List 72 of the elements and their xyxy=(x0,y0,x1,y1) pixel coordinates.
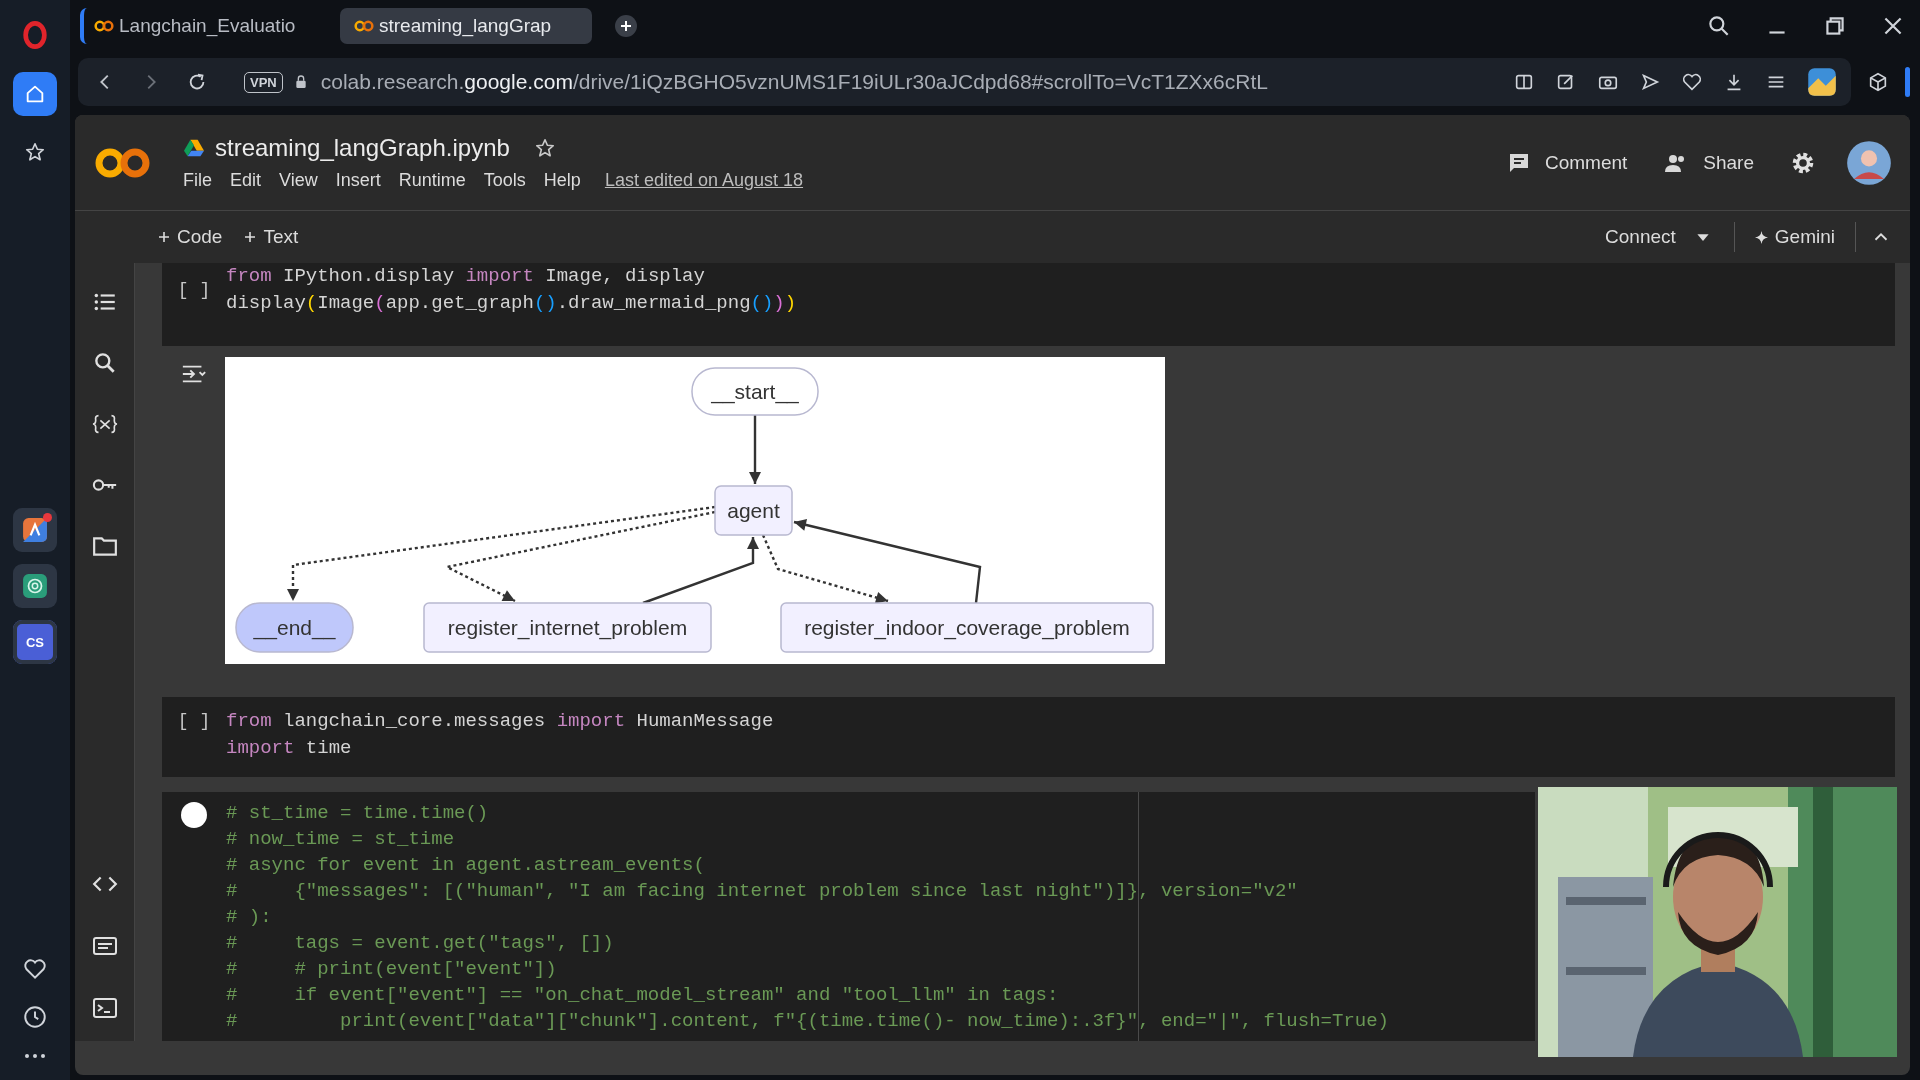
code-line: # if event["event"] == "on_chat_model_stream" and "tool_llm" in tags: xyxy=(226,983,1059,1008)
code-line: from langchain_core.messages import HumanMessage xyxy=(226,709,774,734)
graph-node: __start__ xyxy=(691,367,819,416)
menu-item[interactable]: Edit xyxy=(230,170,262,191)
run-button[interactable]: [ ] xyxy=(177,708,211,735)
sparkle-icon xyxy=(1754,230,1768,244)
heart-icon[interactable] xyxy=(1681,71,1703,93)
plus-icon xyxy=(244,231,257,243)
code-cell[interactable]: [ ] from IPython.display import Image, display display(Image(app.get_graph().draw_mermaid_png())) xyxy=(162,263,1895,346)
terminal-icon[interactable] xyxy=(91,995,118,1021)
graph-node: register_internet_problem xyxy=(423,602,712,653)
notebook-title[interactable]: streaming_langGraph.ipynb xyxy=(215,134,510,162)
menu-item[interactable]: View xyxy=(279,170,318,191)
home-button[interactable] xyxy=(13,72,57,116)
code-line: # {"messages": [("human", "I am facing internet problem since last night")]}, version="v2" xyxy=(226,879,1298,904)
run-button[interactable]: [ ] xyxy=(177,277,211,304)
comment-button[interactable]: Comment xyxy=(1506,146,1628,179)
code-line: # ): xyxy=(226,905,272,930)
vpn-badge[interactable]: VPN xyxy=(244,71,283,93)
extension-icon[interactable] xyxy=(1807,67,1837,97)
caret-icon[interactable] xyxy=(1695,232,1710,242)
drawing-app-button[interactable] xyxy=(13,508,57,552)
address-bar[interactable]: VPN colab.research.google.com/drive/1iQzBGHO5vznUMS1F19iULr30aJCdpd68#scrollTo=VcT1ZXx6cRtL xyxy=(78,58,1851,106)
graph-node: register_indoor_coverage_problem xyxy=(780,602,1154,653)
drive-icon[interactable] xyxy=(183,138,205,158)
url-text: colab.research.google.com/drive/1iQzBGHO5vznUMS1F19iULr30aJCdpd68#scrollTo=VcT1ZXx6cRtL xyxy=(320,70,1268,94)
browser-tab[interactable]: streaming_langGrap xyxy=(340,8,592,44)
cube-icon[interactable] xyxy=(1867,71,1889,93)
home-icon xyxy=(24,83,46,105)
code-line: # tags = event.get("tags", []) xyxy=(226,931,614,956)
code-line: # st_time = time.time() xyxy=(226,801,489,826)
code-line: from IPython.display import Image, display xyxy=(226,264,705,289)
chat-app-button[interactable] xyxy=(13,564,57,608)
menu-item[interactable]: Tools xyxy=(483,170,526,191)
plus-icon xyxy=(158,231,170,243)
star-icon xyxy=(24,141,46,163)
code-line: # now_time = st_time xyxy=(226,827,455,852)
graph-node: agent xyxy=(714,485,793,536)
opera-logo-icon[interactable] xyxy=(21,20,49,50)
add-cell-button[interactable]: Code xyxy=(152,222,229,252)
new-tab-icon[interactable] xyxy=(614,14,638,38)
code-line: display(Image(app.get_graph().draw_mermaid_png())) xyxy=(226,291,797,316)
clock-icon[interactable] xyxy=(22,1004,48,1030)
code-line: import time xyxy=(226,736,352,761)
drawing-app-icon xyxy=(22,517,48,543)
code-line: # print(event["data"]["chunk"].content, f"{(time.time()- now_time):.3f}", end="|", flush=True) xyxy=(226,1009,1389,1034)
heart-icon[interactable] xyxy=(22,956,48,982)
app-button[interactable]: CS xyxy=(13,620,57,664)
colab-favicon-icon xyxy=(94,20,114,32)
more-icon[interactable] xyxy=(22,1052,48,1060)
star-icon[interactable] xyxy=(533,137,556,159)
chat-app-icon xyxy=(22,573,48,599)
menu-item[interactable]: Help xyxy=(543,170,581,191)
code-line: # # print(event["event"]) xyxy=(226,957,557,982)
add-cell-button[interactable]: Text xyxy=(238,222,305,252)
avatar[interactable] xyxy=(1846,139,1892,186)
scroll-indicator xyxy=(1905,67,1910,97)
run-status-icon[interactable] xyxy=(181,802,207,828)
menu-item[interactable]: Runtime xyxy=(398,170,466,191)
code-cell[interactable]: [ ] from langchain_core.messages import HumanMessage import time xyxy=(162,697,1895,777)
send-icon[interactable] xyxy=(1639,71,1661,93)
colab-favicon-icon xyxy=(354,20,374,32)
gemini-button[interactable]: Gemini xyxy=(1748,222,1841,252)
menu-item[interactable]: Insert xyxy=(335,170,381,191)
code-line: # async for event in agent.astream_events( xyxy=(226,853,705,878)
menu-item[interactable]: File xyxy=(183,170,212,191)
code-cell[interactable] xyxy=(162,792,1535,1041)
browser-tab[interactable]: Langchain_Evaluatio xyxy=(80,8,332,44)
share-button[interactable]: Share xyxy=(1663,146,1754,179)
last-edited-link[interactable]: Last edited on August 18 xyxy=(604,170,804,191)
connect-button[interactable]: Connect xyxy=(1599,222,1682,252)
graph-node: __end__ xyxy=(235,602,354,653)
